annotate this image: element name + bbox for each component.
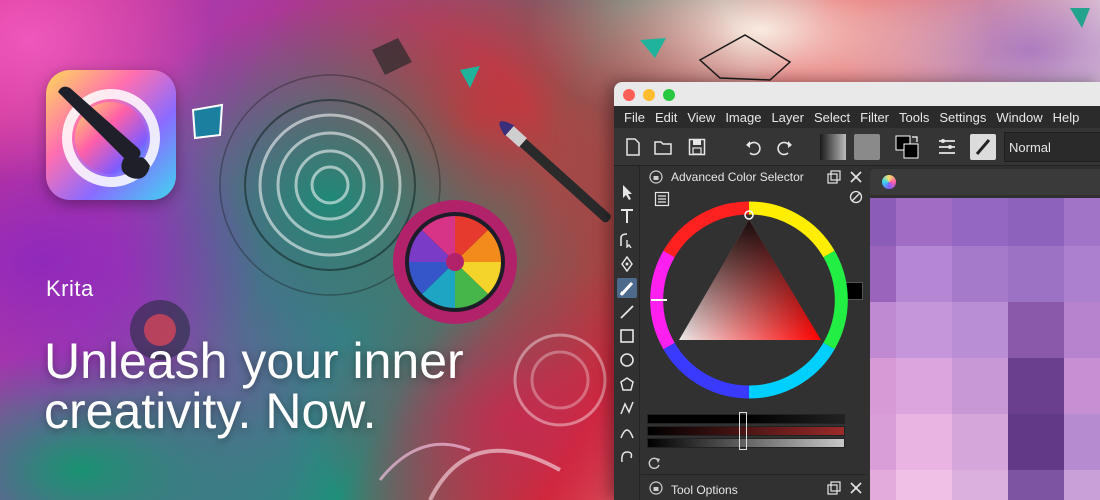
undo-icon[interactable]: [740, 134, 766, 160]
tool-options-float-icon[interactable]: [825, 479, 843, 497]
polygon-tool-icon[interactable]: [617, 374, 637, 394]
freehand-path-icon[interactable]: [617, 446, 637, 466]
docker-float-icon[interactable]: [825, 168, 843, 186]
tool-options-header: Tool Options: [641, 474, 866, 500]
color-selector-title: Advanced Color Selector: [671, 170, 804, 184]
brush-settings-icon[interactable]: [934, 134, 960, 160]
ellipse-tool-icon[interactable]: [617, 350, 637, 370]
bezier-tool-icon[interactable]: [617, 422, 637, 442]
docker-close-icon[interactable]: [847, 168, 865, 186]
color-selector-header: Advanced Color Selector: [641, 166, 866, 188]
canvas[interactable]: [870, 198, 1100, 500]
menu-edit[interactable]: Edit: [655, 110, 677, 125]
edit-shapes-icon[interactable]: [617, 230, 637, 250]
menu-bar: File Edit View Image Layer Select Filter…: [614, 106, 1100, 128]
save-icon[interactable]: [684, 134, 710, 160]
gradient-icon[interactable]: [820, 134, 846, 160]
docker-lock-icon[interactable]: [647, 168, 665, 186]
close-window-button[interactable]: [623, 89, 635, 101]
calligraphy-pen-icon[interactable]: [617, 254, 637, 274]
menu-filter[interactable]: Filter: [860, 110, 889, 125]
color-selector-docker: Advanced Color Selector Tool Options: [641, 166, 866, 500]
color-swap-icon[interactable]: [894, 134, 920, 160]
tool-options-lock-icon[interactable]: [647, 479, 665, 497]
minimize-window-button[interactable]: [643, 89, 655, 101]
reset-colors-icon[interactable]: [847, 188, 865, 206]
document-tab[interactable]: [870, 169, 1100, 195]
menu-view[interactable]: View: [687, 110, 715, 125]
polyline-tool-icon[interactable]: [617, 398, 637, 418]
krita-logo-icon: [58, 86, 160, 187]
brush-preset-icon[interactable]: [970, 134, 996, 160]
menu-window[interactable]: Window: [996, 110, 1042, 125]
app-name: Krita: [46, 276, 94, 301]
toolbox: [614, 166, 640, 500]
document-tab-icon: [882, 175, 896, 189]
krita-window: File Edit View Image Layer Select Filter…: [614, 82, 1100, 500]
refresh-icon[interactable]: [645, 454, 663, 472]
redo-icon[interactable]: [772, 134, 798, 160]
krita-app-icon: [46, 70, 176, 200]
text-tool-icon[interactable]: [617, 206, 637, 226]
freehand-brush-icon[interactable]: [617, 278, 637, 298]
open-folder-icon[interactable]: [650, 134, 676, 160]
pattern-icon[interactable]: [854, 134, 880, 160]
menu-settings[interactable]: Settings: [939, 110, 986, 125]
new-document-icon[interactable]: [620, 134, 646, 160]
menu-file[interactable]: File: [624, 110, 645, 125]
slider-handle[interactable]: [739, 412, 747, 450]
line-tool-icon[interactable]: [617, 302, 637, 322]
menu-help[interactable]: Help: [1053, 110, 1080, 125]
select-cursor-icon[interactable]: [617, 182, 637, 202]
tagline: Unleash your inner creativity. Now.: [44, 333, 464, 439]
blend-mode-select[interactable]: Normal: [1004, 132, 1100, 162]
menu-tools[interactable]: Tools: [899, 110, 929, 125]
tool-options-title: Tool Options: [671, 483, 738, 497]
zoom-window-button[interactable]: [663, 89, 675, 101]
canvas-area: [870, 166, 1100, 500]
menu-image[interactable]: Image: [725, 110, 761, 125]
menu-select[interactable]: Select: [814, 110, 850, 125]
hue-ring-triangle[interactable]: [649, 200, 849, 400]
rectangle-tool-icon[interactable]: [617, 326, 637, 346]
tool-options-close-icon[interactable]: [847, 479, 865, 497]
menu-layer[interactable]: Layer: [771, 110, 804, 125]
window-titlebar: [614, 82, 1100, 106]
